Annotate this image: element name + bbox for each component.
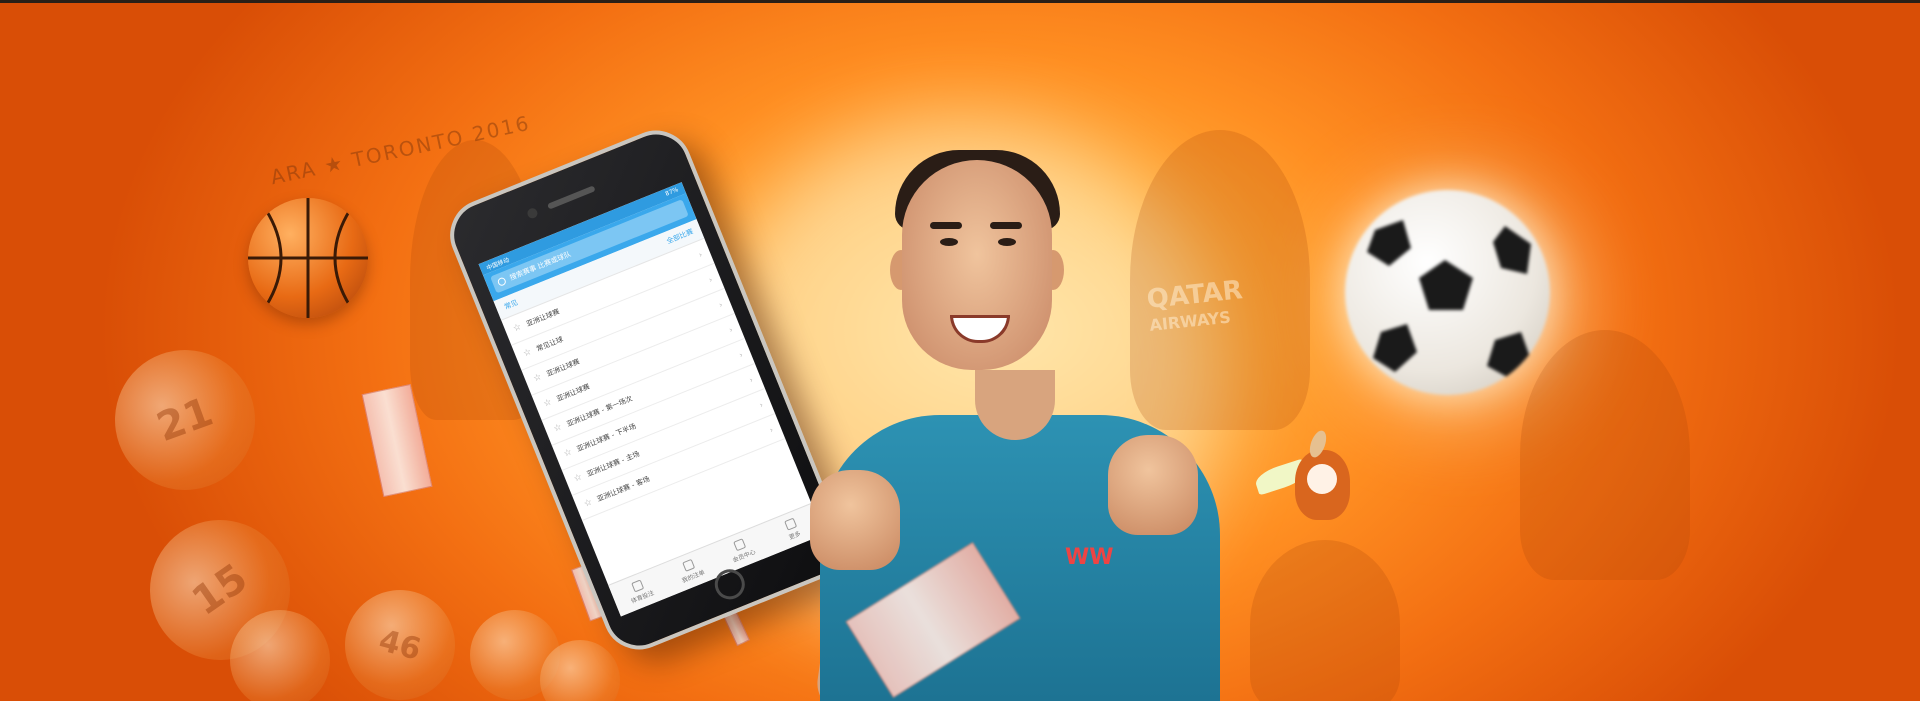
nav-label: 我的注单	[681, 569, 706, 585]
top-strip	[0, 0, 1920, 3]
chevron-right-icon: ›	[747, 374, 755, 385]
list-item-label: 亚洲让球赛	[545, 357, 581, 379]
left-eye	[940, 238, 958, 246]
right-eyebrow	[990, 222, 1022, 229]
phone-camera	[525, 206, 539, 220]
star-icon[interactable]: ☆	[542, 397, 553, 409]
bingo-ball-46: 46	[332, 577, 468, 701]
bingo-ball	[230, 610, 330, 701]
chevron-right-icon: ›	[697, 249, 704, 260]
nav-label: 体育投注	[630, 589, 656, 606]
chevron-right-icon: ›	[737, 349, 745, 360]
tab-common[interactable]: 常见	[503, 298, 520, 313]
chevron-right-icon: ›	[727, 324, 734, 335]
search-icon	[496, 276, 508, 287]
basketball-lines	[248, 198, 368, 318]
right-eye	[998, 238, 1016, 246]
list-item-label: 亚洲让球赛	[555, 382, 592, 404]
nav-label: 会员中心	[731, 548, 757, 565]
soccer-ball-icon	[1345, 190, 1550, 395]
hero-banner: ARA ★ TORONTO 2016 QATAR AIRWAYS 21 15 4…	[0, 0, 1920, 701]
flying-mascot-icon	[1252, 428, 1365, 530]
bingo-ball-21: 21	[95, 330, 275, 510]
chevron-right-icon: ›	[707, 274, 714, 285]
fan-silhouette	[1520, 330, 1690, 580]
left-fist	[810, 470, 900, 570]
left-eyebrow	[930, 222, 962, 229]
star-icon[interactable]: ☆	[532, 372, 543, 384]
chevron-right-icon: ›	[757, 399, 765, 410]
player-silhouette	[1250, 540, 1400, 701]
star-icon[interactable]: ☆	[552, 422, 563, 434]
list-item-label: 亚洲让球赛	[525, 307, 561, 329]
soccer-ball-panels	[1367, 220, 1531, 378]
star-icon[interactable]: ☆	[562, 447, 573, 459]
chevron-right-icon: ›	[717, 299, 724, 310]
chevron-right-icon: ›	[768, 424, 775, 435]
star-icon[interactable]: ☆	[572, 472, 583, 484]
basketball-icon	[248, 198, 368, 318]
mascot-face	[1307, 464, 1337, 494]
star-icon[interactable]: ☆	[583, 497, 594, 509]
shirt-logo: WW	[1065, 545, 1114, 570]
star-icon[interactable]: ☆	[522, 347, 533, 359]
phone-speaker	[547, 185, 596, 210]
star-icon[interactable]: ☆	[512, 322, 523, 334]
list-item-label: 常见让球	[535, 335, 565, 354]
right-fist	[1108, 435, 1198, 535]
